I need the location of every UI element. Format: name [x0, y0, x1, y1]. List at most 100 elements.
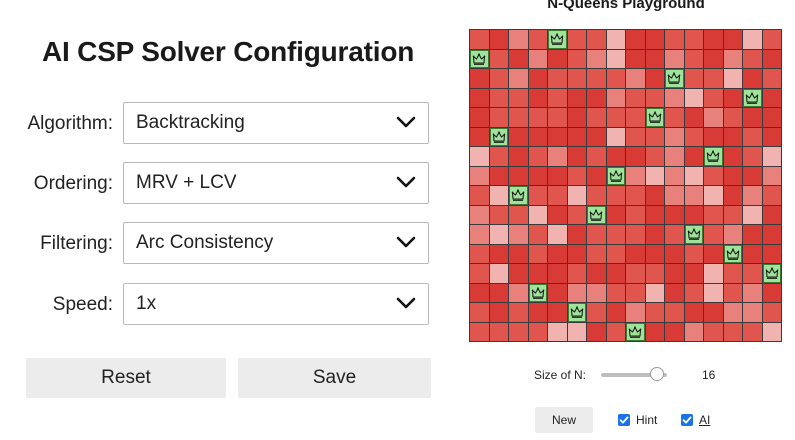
board-cell[interactable]: [762, 186, 781, 205]
board-cell[interactable]: [743, 244, 762, 263]
algorithm-select[interactable]: Backtracking: [123, 102, 429, 144]
board-cell[interactable]: [587, 322, 606, 341]
board-cell[interactable]: [548, 186, 567, 205]
queen-cell[interactable]: [723, 244, 742, 263]
board-cell[interactable]: [489, 244, 508, 263]
queen-cell[interactable]: [626, 322, 645, 341]
board-cell[interactable]: [626, 127, 645, 146]
board-cell[interactable]: [528, 88, 547, 107]
board-cell[interactable]: [762, 244, 781, 263]
queen-cell[interactable]: [489, 127, 508, 146]
board-cell[interactable]: [645, 166, 664, 185]
board-cell[interactable]: [567, 69, 586, 88]
board-cell[interactable]: [626, 108, 645, 127]
board-cell[interactable]: [665, 303, 684, 322]
board-cell[interactable]: [743, 147, 762, 166]
board-cell[interactable]: [723, 205, 742, 224]
board-cell[interactable]: [509, 303, 528, 322]
board-cell[interactable]: [626, 69, 645, 88]
board-cell[interactable]: [567, 322, 586, 341]
board-cell[interactable]: [626, 147, 645, 166]
size-slider-knob[interactable]: [650, 367, 665, 381]
board-cell[interactable]: [645, 283, 664, 302]
board-cell[interactable]: [587, 225, 606, 244]
save-button[interactable]: Save: [238, 358, 431, 398]
board-cell[interactable]: [489, 205, 508, 224]
queen-cell[interactable]: [645, 108, 664, 127]
board-cell[interactable]: [684, 322, 703, 341]
queen-cell[interactable]: [606, 166, 625, 185]
board-cell[interactable]: [723, 303, 742, 322]
board-cell[interactable]: [704, 303, 723, 322]
board-cell[interactable]: [567, 244, 586, 263]
queen-cell[interactable]: [587, 205, 606, 224]
board-cell[interactable]: [470, 127, 489, 146]
ai-checkbox[interactable]: [681, 414, 693, 426]
board-cell[interactable]: [704, 244, 723, 263]
board-cell[interactable]: [665, 322, 684, 341]
board-cell[interactable]: [606, 108, 625, 127]
queen-cell[interactable]: [509, 186, 528, 205]
board-cell[interactable]: [684, 108, 703, 127]
ordering-select[interactable]: MRV + LCV: [123, 162, 429, 204]
board-cell[interactable]: [567, 108, 586, 127]
board-cell[interactable]: [684, 244, 703, 263]
board-cell[interactable]: [665, 283, 684, 302]
board-cell[interactable]: [665, 264, 684, 283]
board-cell[interactable]: [548, 303, 567, 322]
board-cell[interactable]: [606, 127, 625, 146]
board-cell[interactable]: [645, 264, 664, 283]
board-cell[interactable]: [567, 147, 586, 166]
board-cell[interactable]: [665, 166, 684, 185]
board-cell[interactable]: [509, 264, 528, 283]
board-cell[interactable]: [567, 88, 586, 107]
board-cell[interactable]: [626, 244, 645, 263]
board-cell[interactable]: [470, 166, 489, 185]
board-cell[interactable]: [665, 127, 684, 146]
board-cell[interactable]: [567, 205, 586, 224]
board-cell[interactable]: [528, 127, 547, 146]
board-cell[interactable]: [626, 283, 645, 302]
board-cell[interactable]: [684, 147, 703, 166]
board-cell[interactable]: [704, 205, 723, 224]
board-cell[interactable]: [645, 49, 664, 68]
board-cell[interactable]: [509, 88, 528, 107]
board-cell[interactable]: [567, 225, 586, 244]
board-cell[interactable]: [704, 283, 723, 302]
board-cell[interactable]: [665, 225, 684, 244]
board-cell[interactable]: [470, 244, 489, 263]
board-cell[interactable]: [528, 205, 547, 224]
board-cell[interactable]: [567, 283, 586, 302]
board-cell[interactable]: [665, 108, 684, 127]
board-cell[interactable]: [470, 205, 489, 224]
board-cell[interactable]: [470, 88, 489, 107]
board-cell[interactable]: [470, 186, 489, 205]
board-cell[interactable]: [567, 127, 586, 146]
board-cell[interactable]: [684, 283, 703, 302]
board-cell[interactable]: [626, 30, 645, 49]
board-cell[interactable]: [743, 322, 762, 341]
board-cell[interactable]: [587, 303, 606, 322]
board-cell[interactable]: [684, 49, 703, 68]
board-cell[interactable]: [509, 49, 528, 68]
board-cell[interactable]: [509, 283, 528, 302]
board-cell[interactable]: [606, 186, 625, 205]
board-cell[interactable]: [470, 283, 489, 302]
board-cell[interactable]: [548, 108, 567, 127]
board-cell[interactable]: [548, 49, 567, 68]
board-cell[interactable]: [723, 69, 742, 88]
board-cell[interactable]: [528, 186, 547, 205]
board-cell[interactable]: [704, 225, 723, 244]
board-cell[interactable]: [626, 264, 645, 283]
board-cell[interactable]: [704, 127, 723, 146]
board-cell[interactable]: [743, 166, 762, 185]
board-cell[interactable]: [587, 108, 606, 127]
board-cell[interactable]: [645, 69, 664, 88]
board-cell[interactable]: [645, 205, 664, 224]
board-cell[interactable]: [528, 303, 547, 322]
board-cell[interactable]: [723, 127, 742, 146]
board-cell[interactable]: [723, 108, 742, 127]
board-cell[interactable]: [567, 166, 586, 185]
board-cell[interactable]: [489, 283, 508, 302]
board-cell[interactable]: [665, 244, 684, 263]
